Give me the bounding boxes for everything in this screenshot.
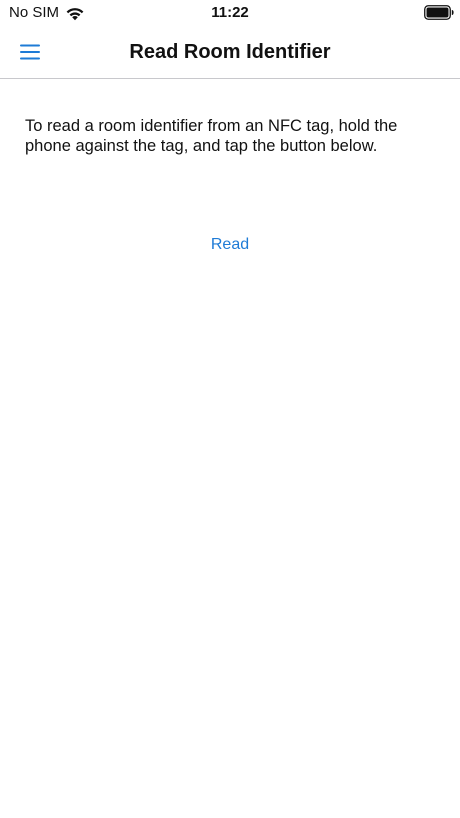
- navigation-bar: Read Room Identifier: [0, 28, 460, 79]
- hamburger-menu-icon: [20, 44, 40, 60]
- screen: No SIM 11:22 Read Room Identifier To rea…: [0, 0, 460, 818]
- page-title: Read Room Identifier: [129, 41, 331, 63]
- instructions-text: To read a room identifier from an NFC ta…: [25, 117, 398, 155]
- status-bar: No SIM 11:22: [0, 0, 460, 28]
- read-button[interactable]: Read: [180, 233, 280, 257]
- battery-icon: [424, 5, 454, 20]
- status-time: 11:22: [211, 4, 249, 21]
- menu-button[interactable]: [10, 34, 50, 70]
- main-content: To read a room identifier from an NFC ta…: [0, 79, 460, 818]
